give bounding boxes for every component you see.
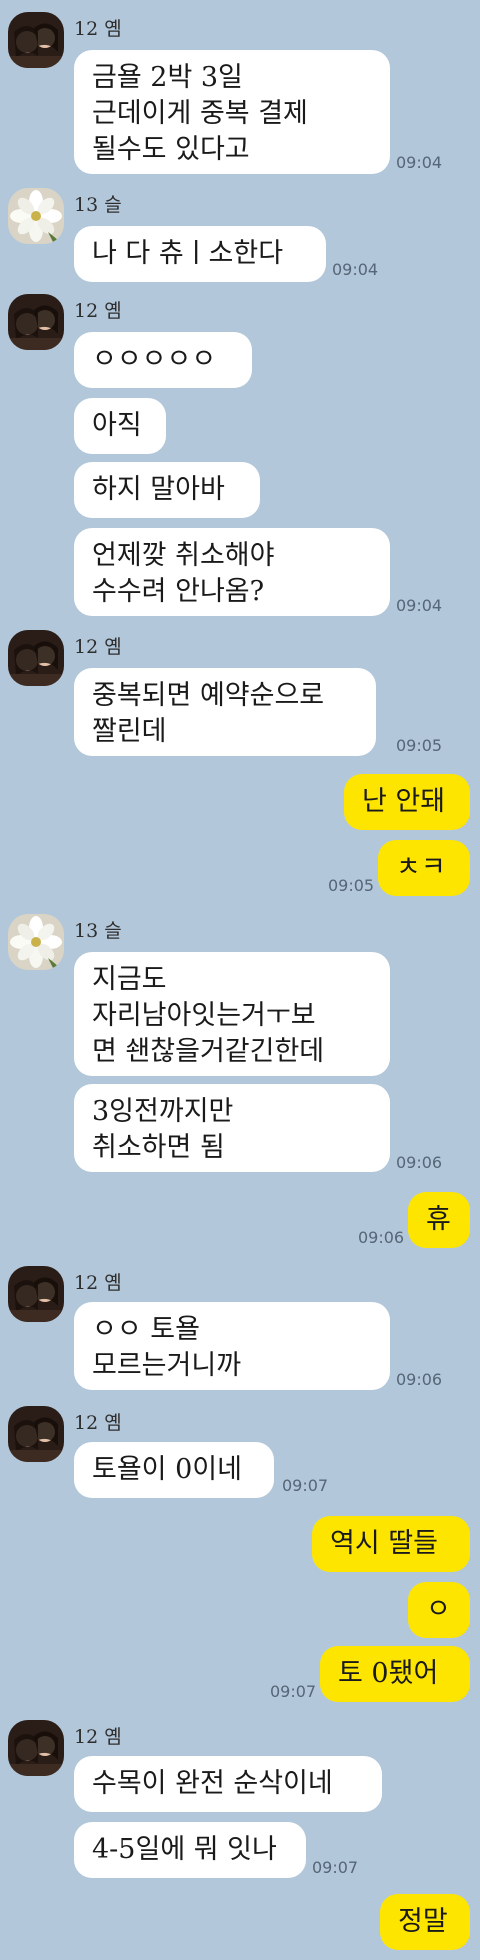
sender-name: 12 옘 [74, 18, 122, 40]
message-bubble[interactable]: 난 안돼 [344, 774, 470, 830]
profile-photo-icon [8, 1406, 64, 1462]
avatar[interactable] [8, 1720, 64, 1776]
message-bubble[interactable]: 정말 [380, 1894, 470, 1950]
message-bubble[interactable]: 4-5일에 뭐 잇나 [74, 1822, 306, 1878]
message-bubble[interactable]: 토 0됐어 [320, 1646, 470, 1702]
message-bubble[interactable]: 휴 [408, 1192, 470, 1248]
sender-name: 13 슬 [74, 194, 122, 216]
profile-photo-icon [8, 294, 64, 350]
timestamp: 09:05 [396, 736, 443, 755]
timestamp: 09:07 [270, 1682, 317, 1701]
profile-photo-icon [8, 1720, 64, 1776]
message-bubble[interactable]: 중복되면 예약순으로 짤린데 [74, 668, 376, 756]
profile-photo-icon [8, 12, 64, 68]
message-bubble[interactable]: 역시 딸들 [312, 1516, 470, 1572]
message-bubble[interactable]: 나 다 츄ㅣ소한다 [74, 226, 326, 282]
message-bubble[interactable]: 금욜 2박 3일 근데이게 중복 결제 될수도 있다고 [74, 50, 390, 174]
message-bubble[interactable]: 토욜이 0이네 [74, 1442, 274, 1498]
message-bubble[interactable]: ㅇ [408, 1582, 470, 1638]
avatar[interactable] [8, 1406, 64, 1462]
timestamp: 09:07 [312, 1858, 359, 1877]
timestamp: 09:04 [396, 153, 443, 172]
timestamp: 09:04 [332, 260, 379, 279]
message-bubble[interactable]: 하지 말아바 [74, 462, 260, 518]
avatar[interactable] [8, 630, 64, 686]
timestamp: 09:06 [396, 1370, 443, 1389]
sender-name: 12 옘 [74, 1272, 122, 1294]
message-bubble[interactable]: 지금도 자리남아잇는거ㅜ보 면 쇈찮을거같긴한데 [74, 952, 390, 1076]
timestamp: 09:06 [358, 1228, 405, 1247]
message-bubble[interactable]: ㅇㅇㅇㅇㅇ [74, 332, 252, 388]
avatar[interactable] [8, 12, 64, 68]
message-bubble[interactable]: 아직 [74, 398, 166, 454]
profile-photo-icon [8, 914, 64, 970]
message-bubble[interactable]: 언제깢 취소해야 수수려 안나옴? [74, 528, 390, 616]
timestamp: 09:07 [282, 1476, 329, 1495]
profile-photo-icon [8, 630, 64, 686]
sender-name: 12 옘 [74, 636, 122, 658]
message-bubble[interactable]: 수목이 완전 순삭이네 [74, 1756, 382, 1812]
message-bubble[interactable]: 3잉전까지만 취소하면 됨 [74, 1084, 390, 1172]
timestamp: 09:05 [328, 876, 375, 895]
avatar[interactable] [8, 294, 64, 350]
timestamp: 09:04 [396, 596, 443, 615]
avatar[interactable] [8, 914, 64, 970]
sender-name: 12 옘 [74, 300, 122, 322]
message-bubble[interactable]: ㅊㅋ [378, 840, 470, 896]
profile-photo-icon [8, 188, 64, 244]
sender-name: 13 슬 [74, 920, 122, 942]
sender-name: 12 옘 [74, 1412, 122, 1434]
sender-name: 12 옘 [74, 1726, 122, 1748]
message-bubble[interactable]: ㅇㅇ 토욜 모르는거니까 [74, 1302, 390, 1390]
profile-photo-icon [8, 1266, 64, 1322]
avatar[interactable] [8, 188, 64, 244]
timestamp: 09:06 [396, 1153, 443, 1172]
avatar[interactable] [8, 1266, 64, 1322]
